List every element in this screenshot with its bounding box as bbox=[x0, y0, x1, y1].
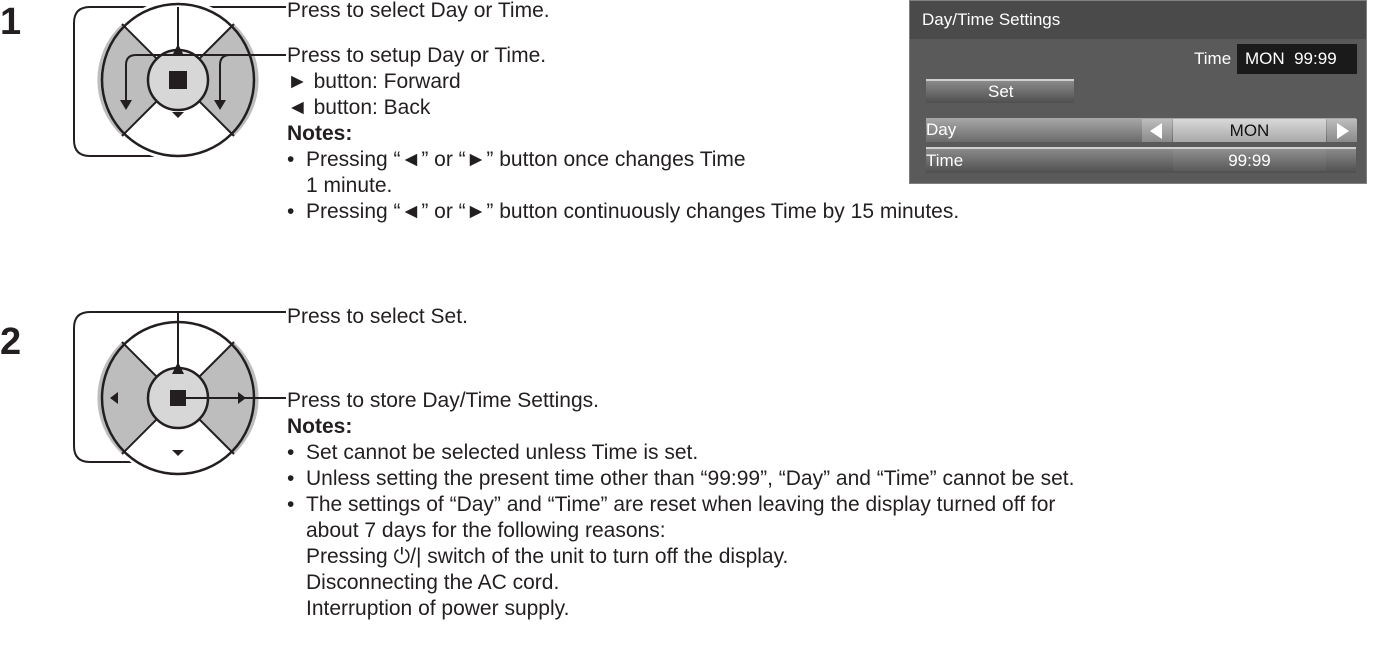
step-2-note-bullet: • bbox=[287, 441, 295, 464]
step-1-note-1: Pressing “◄” or “►” button once changes … bbox=[306, 148, 746, 171]
step-2-note-3: The settings of “Day” and “Time” are res… bbox=[306, 493, 1056, 516]
step-1-number: 1 bbox=[0, 1, 22, 43]
step-2-note-bullet: • bbox=[287, 493, 295, 516]
step-2-note-3-cont: about 7 days for the following reasons: bbox=[306, 519, 666, 542]
right-arrow-icon[interactable] bbox=[1327, 119, 1357, 142]
step-2-notes-heading: Notes: bbox=[287, 415, 353, 438]
step-2-store-text: Press to store Day/Time Settings. bbox=[287, 389, 599, 412]
step-1-setup-text: Press to setup Day or Time. bbox=[287, 44, 547, 67]
set-button[interactable]: Set bbox=[926, 79, 1074, 103]
left-arrow-icon[interactable] bbox=[1142, 119, 1172, 142]
day-value: MON bbox=[1229, 121, 1270, 140]
step-2-note-2: Unless setting the present time other th… bbox=[306, 467, 1075, 490]
step-2-number: 2 bbox=[0, 321, 22, 363]
step-2-reason-2: Disconnecting the AC cord. bbox=[306, 571, 560, 594]
step-2-note-1: Set cannot be selected unless Time is se… bbox=[306, 441, 699, 464]
step-2-select-text: Press to select Set. bbox=[287, 305, 468, 328]
step-1-note-bullet: • bbox=[287, 148, 295, 171]
menu-time-value: MON 99:99 bbox=[1237, 44, 1357, 74]
menu-row-time-label: Time bbox=[926, 151, 964, 170]
remote-dpad-enter-icon bbox=[73, 311, 286, 479]
remote-dpad-icon bbox=[73, 0, 286, 161]
menu-title: Day/Time Settings bbox=[910, 1, 1366, 39]
menu-row-day-label: Day bbox=[926, 120, 957, 139]
time-value-field[interactable]: 99:99 bbox=[1173, 149, 1326, 171]
time-value: 99:99 bbox=[1228, 151, 1271, 170]
day-value-field[interactable]: MON bbox=[1173, 119, 1326, 142]
step-1-select-text: Press to select Day or Time. bbox=[287, 0, 550, 22]
step-1-notes-heading: Notes: bbox=[287, 122, 353, 145]
step-1-back-text: ◄ button: Back bbox=[287, 96, 431, 119]
step-1-note-1-cont: 1 minute. bbox=[306, 174, 393, 197]
step-2-note-bullet: • bbox=[287, 467, 295, 490]
menu-time-label: Time bbox=[1194, 49, 1232, 68]
step-1-forward-text: ► button: Forward bbox=[287, 70, 461, 93]
step-2-reason-3: Interruption of power supply. bbox=[306, 597, 570, 620]
step-1-note-bullet: • bbox=[287, 200, 295, 223]
set-button-label: Set bbox=[988, 82, 1014, 101]
step-1-note-2: Pressing “◄” or “►” button continuously … bbox=[306, 200, 960, 223]
step-2-reason-1: Pressing ⏻/| switch of the unit to turn … bbox=[306, 545, 789, 568]
